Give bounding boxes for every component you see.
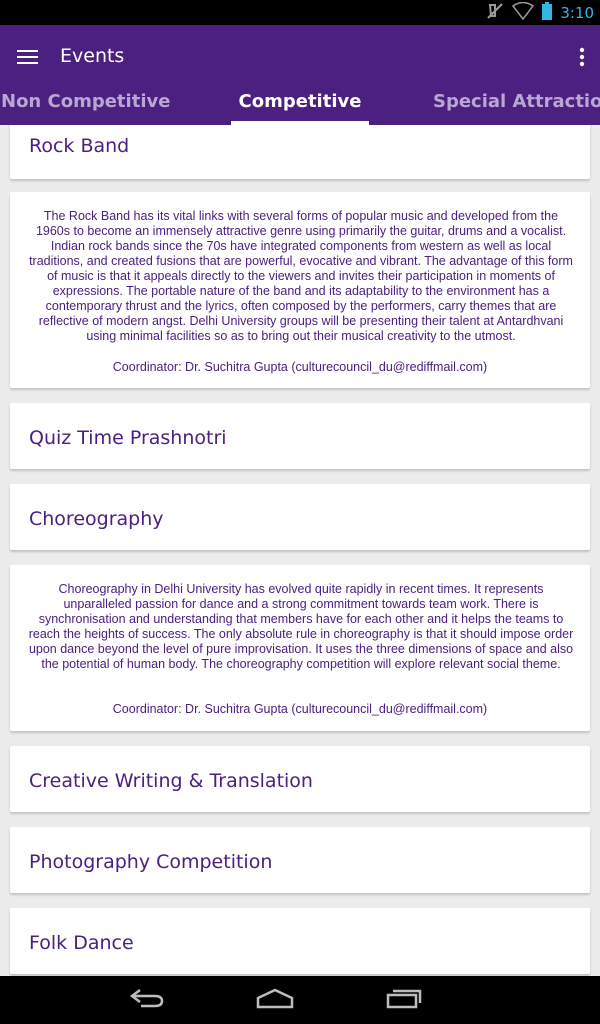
event-title: Choreography <box>29 508 164 530</box>
event-card-creative-writing[interactable]: Creative Writing & Translation <box>10 746 590 812</box>
event-description-card-choreography: Choreography in Delhi University has evo… <box>10 565 590 731</box>
overflow-menu-icon <box>579 47 585 71</box>
recent-apps-icon <box>386 987 422 1013</box>
status-bar: 3:10 <box>0 0 600 25</box>
back-icon <box>129 987 165 1013</box>
event-title: Rock Band <box>29 135 130 157</box>
back-button[interactable] <box>123 984 171 1016</box>
event-description: Choreography in Delhi University has evo… <box>28 582 574 671</box>
event-title: Quiz Time Prashnotri <box>29 427 227 449</box>
event-coordinator: Coordinator: Dr. Suchitra Gupta (culture… <box>112 360 488 374</box>
event-list[interactable]: Rock Band The Rock Band has its vital li… <box>0 125 600 976</box>
home-icon <box>255 987 295 1013</box>
event-description-card-rock-band: The Rock Band has its vital links with s… <box>10 192 590 388</box>
tab-non-competitive[interactable]: Non Competitive <box>1 91 170 125</box>
battery-icon <box>542 1 553 24</box>
tab-competitive[interactable]: Competitive <box>231 91 369 125</box>
menu-button[interactable] <box>10 41 46 77</box>
navigation-bar <box>0 976 600 1024</box>
event-card-choreography[interactable]: Choreography <box>10 484 590 550</box>
event-coordinator: Coordinator: Dr. Suchitra Gupta (culture… <box>112 702 488 716</box>
event-title: Folk Dance <box>29 932 134 954</box>
event-card-photography[interactable]: Photography Competition <box>10 827 590 893</box>
status-icons: 3:10 <box>486 1 594 24</box>
event-card-folk-dance[interactable]: Folk Dance <box>10 908 590 974</box>
home-button[interactable] <box>251 984 299 1016</box>
app-bar: Events Non Competitive Competitive Speci… <box>0 25 600 125</box>
event-card-rock-band[interactable]: Rock Band <box>10 125 590 179</box>
recent-apps-button[interactable] <box>380 984 428 1016</box>
status-time: 3:10 <box>560 3 594 22</box>
event-description: The Rock Band has its vital links with s… <box>29 209 573 343</box>
event-title: Creative Writing & Translation <box>29 770 313 792</box>
app-title: Events <box>60 45 125 67</box>
tab-special-attractions[interactable]: Special Attractions <box>433 91 600 125</box>
overflow-menu-button[interactable] <box>570 41 594 77</box>
wifi-icon <box>512 1 535 24</box>
event-title: Photography Competition <box>29 851 273 873</box>
hamburger-menu-icon <box>17 49 39 69</box>
event-card-quiz-time[interactable]: Quiz Time Prashnotri <box>10 403 590 469</box>
mute-icon <box>486 2 504 24</box>
